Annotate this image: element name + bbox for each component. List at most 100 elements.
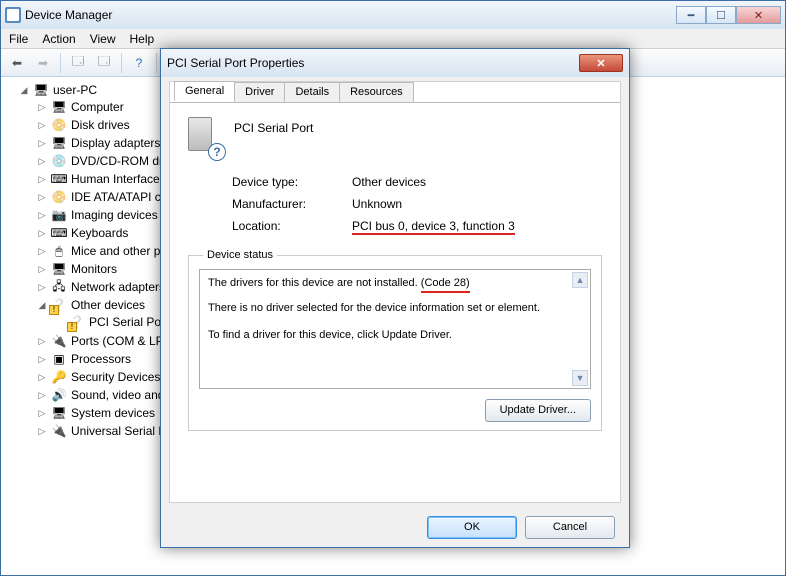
properties-dialog: PCI Serial Port Properties ✕ General Dri… <box>160 48 630 548</box>
dialog-body: General Driver Details Resources ? PCI S… <box>169 81 621 503</box>
category-icon: 📀 <box>51 117 67 133</box>
dialog-footer: OK Cancel <box>161 507 629 547</box>
device-status-group: Device status The drivers for this devic… <box>188 249 602 431</box>
menu-file[interactable]: File <box>9 32 28 46</box>
menubar: File Action View Help <box>1 29 785 49</box>
collapse-icon[interactable]: ◢ <box>19 85 29 95</box>
tree-item-label: Other devices <box>71 298 145 312</box>
minimize-button[interactable]: ━ <box>676 6 706 24</box>
tree-item-label: Computer <box>71 100 124 114</box>
tree-item-label: Display adapters <box>71 136 160 150</box>
expand-icon[interactable]: ▷ <box>37 336 47 346</box>
expand-icon[interactable]: ◢ <box>37 300 47 310</box>
expand-icon[interactable]: ▷ <box>37 210 47 220</box>
tree-item-label: PCI Serial Port <box>89 315 168 329</box>
category-icon: ⌨ <box>51 171 67 187</box>
window-title: Device Manager <box>25 8 676 22</box>
properties-icon[interactable]: 🗔 <box>66 52 90 74</box>
category-icon: 🖥 <box>51 135 67 151</box>
category-icon: ⌨ <box>51 225 67 241</box>
device-status-text[interactable]: The drivers for this device are not inst… <box>199 269 591 389</box>
tab-strip: General Driver Details Resources <box>174 80 413 100</box>
expand-icon[interactable]: ▷ <box>37 228 47 238</box>
forward-button[interactable]: ➡ <box>31 52 55 74</box>
maximize-button[interactable]: ☐ <box>706 6 736 24</box>
tab-content: ? PCI Serial Port Device type: Other dev… <box>170 102 620 502</box>
category-icon: 🔑 <box>51 369 67 385</box>
value-manufacturer: Unknown <box>352 197 402 211</box>
tree-item-label: Monitors <box>71 262 117 276</box>
expand-icon[interactable]: ▷ <box>37 138 47 148</box>
category-icon: 📷 <box>51 207 67 223</box>
expand-icon[interactable]: ▷ <box>37 372 47 382</box>
menu-view[interactable]: View <box>90 32 116 46</box>
device-info: Device type: Other devices Manufacturer:… <box>232 175 602 235</box>
expand-icon[interactable]: ▷ <box>37 102 47 112</box>
titlebar[interactable]: Device Manager ━ ☐ ✕ <box>1 1 785 29</box>
expand-icon[interactable]: ▷ <box>37 426 47 436</box>
tree-item-label: Network adapters <box>71 280 165 294</box>
dialog-titlebar[interactable]: PCI Serial Port Properties ✕ <box>161 49 629 77</box>
expand-icon[interactable]: ▷ <box>37 408 47 418</box>
question-badge-icon: ? <box>208 143 226 161</box>
value-device-type: Other devices <box>352 175 426 189</box>
close-button[interactable]: ✕ <box>736 6 781 24</box>
warning-badge-icon: ! <box>49 305 59 315</box>
category-icon: 🔌 <box>51 333 67 349</box>
view-icon[interactable]: 🗔 <box>92 52 116 74</box>
tree-item-label: Processors <box>71 352 131 366</box>
label-location: Location: <box>232 219 352 235</box>
menu-action[interactable]: Action <box>42 32 75 46</box>
update-driver-button[interactable]: Update Driver... <box>485 399 591 422</box>
category-icon: ▣ <box>51 351 67 367</box>
menu-help[interactable]: Help <box>130 32 155 46</box>
device-status-legend: Device status <box>203 249 277 261</box>
category-icon: 🖥 <box>51 99 67 115</box>
ok-button[interactable]: OK <box>427 516 517 539</box>
tab-resources[interactable]: Resources <box>339 82 414 102</box>
app-icon <box>5 7 21 23</box>
tab-driver[interactable]: Driver <box>234 82 285 102</box>
category-icon: 🖱 <box>51 243 67 259</box>
tree-item-label: Disk drives <box>71 118 130 132</box>
code-28: (Code 28) <box>421 276 470 293</box>
category-icon: 🔌 <box>51 423 67 439</box>
expand-icon[interactable]: ▷ <box>37 120 47 130</box>
category-icon: 🔊 <box>51 387 67 403</box>
expand-icon[interactable]: ▷ <box>37 282 47 292</box>
expand-icon[interactable]: ▷ <box>37 246 47 256</box>
unknown-device-icon: ❔! <box>69 314 85 330</box>
label-device-type: Device type: <box>232 175 352 189</box>
tree-item-label: Keyboards <box>71 226 128 240</box>
dialog-title: PCI Serial Port Properties <box>167 56 579 70</box>
scroll-down-icon[interactable]: ▼ <box>572 370 588 386</box>
expand-icon[interactable]: ▷ <box>37 174 47 184</box>
dialog-close-button[interactable]: ✕ <box>579 54 623 72</box>
expand-icon[interactable]: ▷ <box>37 354 47 364</box>
category-icon: 🖥 <box>51 405 67 421</box>
category-icon: 📀 <box>51 189 67 205</box>
warning-badge-icon: ! <box>67 322 77 332</box>
back-button[interactable]: ⬅ <box>5 52 29 74</box>
tree-item-label: System devices <box>71 406 155 420</box>
category-icon: 💿 <box>51 153 67 169</box>
category-icon: 🖥 <box>51 261 67 277</box>
expand-icon[interactable]: ▷ <box>37 156 47 166</box>
expand-icon[interactable]: ▷ <box>37 390 47 400</box>
tab-details[interactable]: Details <box>284 82 340 102</box>
other-devices-icon: ❔! <box>51 297 67 313</box>
help-icon[interactable]: ? <box>127 52 151 74</box>
tab-general[interactable]: General <box>174 81 235 101</box>
expand-icon[interactable]: ▷ <box>37 264 47 274</box>
device-name: PCI Serial Port <box>234 117 313 157</box>
computer-icon: 🖥 <box>33 82 49 98</box>
category-icon: 🖧 <box>51 279 67 295</box>
value-location: PCI bus 0, device 3, function 3 <box>352 219 515 235</box>
cancel-button[interactable]: Cancel <box>525 516 615 539</box>
tree-item-label: Security Devices <box>71 370 160 384</box>
label-manufacturer: Manufacturer: <box>232 197 352 211</box>
expand-icon[interactable]: ▷ <box>37 192 47 202</box>
tree-item-label: Imaging devices <box>71 208 158 222</box>
device-icon: ? <box>188 117 222 157</box>
scroll-up-icon[interactable]: ▲ <box>572 272 588 288</box>
